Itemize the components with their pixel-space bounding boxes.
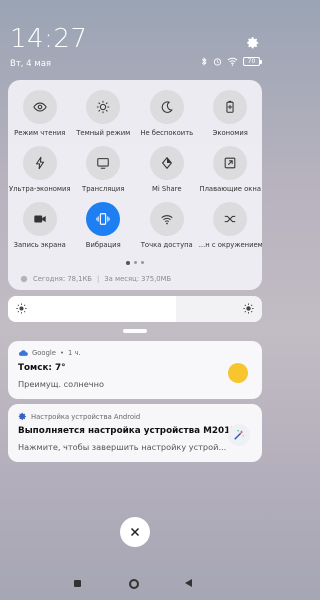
video-camera-icon xyxy=(22,202,57,236)
notification-dot: • xyxy=(59,349,64,357)
brightness-slider[interactable] xyxy=(8,296,262,322)
tile-label: Вибрация xyxy=(85,241,121,249)
data-month: За месяц: 375,0МБ xyxy=(104,275,172,283)
data-separator: | xyxy=(96,275,100,283)
tile-label: Трансляция xyxy=(82,185,125,193)
dark-mode-icon xyxy=(86,90,121,124)
battery-icon: 70 xyxy=(243,57,262,66)
weather-cloud-icon xyxy=(18,350,28,356)
tile-battery-saver[interactable]: Экономия xyxy=(199,90,263,137)
bluetooth-icon xyxy=(201,57,207,66)
back-button[interactable] xyxy=(185,579,192,587)
close-icon xyxy=(130,527,140,537)
tile-label: Режим чтения xyxy=(14,129,66,137)
system-icons: 70 xyxy=(201,57,262,66)
tile-label: ...н с окружением xyxy=(198,241,262,249)
vibration-icon xyxy=(86,202,121,236)
tile-cast[interactable]: Трансляция xyxy=(72,146,136,193)
tile-label: Плавающие окна xyxy=(199,185,262,193)
tile-label: Ультра-экономия xyxy=(8,185,71,193)
page-dot xyxy=(134,261,137,264)
recents-button[interactable] xyxy=(74,580,81,587)
data-today: Сегодня: 78,1КБ xyxy=(33,275,92,283)
notification-header: Настройка устройства Android xyxy=(18,412,140,421)
notification-app: Google xyxy=(32,349,56,357)
lightning-icon xyxy=(22,146,57,180)
navigation-bar xyxy=(0,570,270,600)
notification-device-setup[interactable]: Настройка устройства Android Выполняется… xyxy=(8,404,262,462)
eye-icon xyxy=(22,90,57,124)
tile-ultra-saver[interactable]: Ультра-экономия xyxy=(8,146,72,193)
moon-icon xyxy=(149,90,184,124)
tile-mi-share[interactable]: Mi Share xyxy=(135,146,199,193)
notification-app: Настройка устройства Android xyxy=(31,412,141,421)
tile-floating-windows[interactable]: Плавающие окна xyxy=(199,146,263,193)
magic-wand-icon[interactable] xyxy=(228,424,250,446)
status-area: 14:27 Вт, 4 мая 70 xyxy=(0,0,270,80)
cast-screen-icon xyxy=(86,146,121,180)
notification-text: Преимущ. солнечно xyxy=(18,379,104,389)
tile-label: Не беспокоить xyxy=(140,129,194,137)
tile-label: Mi Share xyxy=(151,185,182,193)
tile-vibration[interactable]: Вибрация xyxy=(72,202,136,249)
mi-share-icon xyxy=(149,146,184,180)
home-button[interactable] xyxy=(129,579,139,589)
notification-time: 1 ч. xyxy=(67,349,81,357)
notification-header: Google • 1 ч. xyxy=(18,349,81,357)
page-indicator xyxy=(8,260,262,265)
tile-hotspot[interactable]: Точка доступа xyxy=(135,202,199,249)
nearby-share-icon xyxy=(213,202,248,236)
tile-label: Темный режим xyxy=(76,129,131,137)
notification-text: Нажмите, чтобы завершить настройку устро… xyxy=(18,442,227,452)
notification-title: Томск: 7° xyxy=(18,363,66,373)
tile-screen-record[interactable]: Запись экрана xyxy=(8,202,72,249)
tile-label: Запись экрана xyxy=(13,241,66,249)
hotspot-icon xyxy=(149,202,184,236)
alarm-icon xyxy=(213,58,222,66)
data-usage: Сегодня: 78,1КБ | За месяц: 375,0МБ xyxy=(20,275,171,283)
clock: 14:27 xyxy=(10,24,88,54)
brightness-low-icon xyxy=(16,303,27,314)
data-usage-icon xyxy=(20,275,28,283)
page-dot xyxy=(126,260,130,265)
drag-handle[interactable] xyxy=(123,329,147,333)
tile-label: Точка доступа xyxy=(140,241,193,249)
gear-icon xyxy=(18,412,26,420)
floating-window-icon xyxy=(213,146,248,180)
brightness-fill xyxy=(8,296,176,322)
notification-weather[interactable]: Google • 1 ч. Томск: 7° Преимущ. солнечн… xyxy=(8,341,262,399)
battery-saver-icon xyxy=(213,90,248,124)
tile-nearby-share[interactable]: ...н с окружением xyxy=(199,202,263,249)
brightness-high-icon xyxy=(243,303,254,314)
quick-settings-panel: Режим чтения Темный режим Не беспокоить … xyxy=(8,80,262,290)
date-label: Вт, 4 мая xyxy=(10,59,52,69)
quick-settings-grid: Режим чтения Темный режим Не беспокоить … xyxy=(8,90,262,249)
notification-title: Выполняется настройка устройства M2011..… xyxy=(18,426,247,436)
tile-dark-mode[interactable]: Темный режим xyxy=(72,90,136,137)
tile-reading-mode[interactable]: Режим чтения xyxy=(8,90,72,137)
wifi-icon xyxy=(227,57,238,66)
tile-do-not-disturb[interactable]: Не беспокоить xyxy=(135,90,199,137)
clear-notifications-button[interactable] xyxy=(120,517,150,547)
tile-label: Экономия xyxy=(212,129,248,137)
page-dot xyxy=(141,261,144,264)
settings-gear-icon[interactable] xyxy=(246,36,260,50)
sun-icon xyxy=(228,363,248,383)
